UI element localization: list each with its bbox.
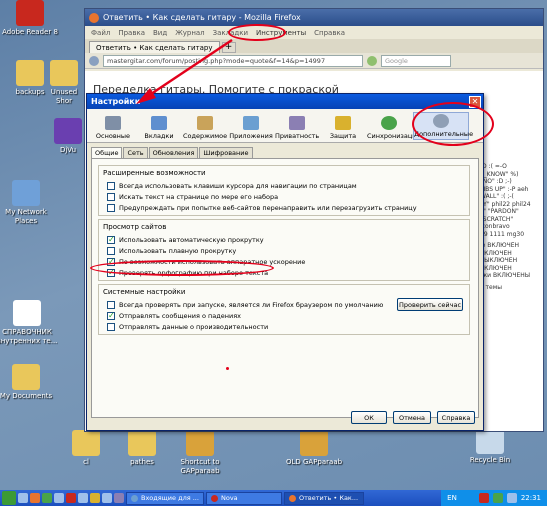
taskbar: Входящие для ... Nova Ответить • Как... …: [0, 490, 547, 506]
tray-icon[interactable]: [506, 493, 517, 503]
taskbar-item-inbox[interactable]: Входящие для ...: [126, 491, 204, 505]
tray-icon[interactable]: [478, 493, 489, 503]
quicklaunch-icon[interactable]: [78, 493, 88, 503]
quicklaunch-icon[interactable]: [102, 493, 112, 503]
nova-icon: [211, 494, 218, 502]
firefox-icon: [289, 494, 296, 502]
system-tray: EN 22:31: [441, 490, 547, 506]
language-indicator[interactable]: EN: [447, 494, 457, 502]
tray-icon[interactable]: [492, 493, 503, 503]
quicklaunch-icon[interactable]: [30, 493, 40, 503]
mail-icon: [131, 494, 138, 502]
taskbar-item-firefox[interactable]: Ответить • Как...: [284, 491, 364, 505]
quicklaunch-icon[interactable]: [66, 493, 76, 503]
start-button[interactable]: [2, 491, 16, 505]
clock: 22:31: [520, 494, 541, 502]
quicklaunch-icon[interactable]: [18, 493, 28, 503]
quicklaunch-icon[interactable]: [42, 493, 52, 503]
quicklaunch-icon[interactable]: [90, 493, 100, 503]
taskbar-item-nova[interactable]: Nova: [206, 491, 282, 505]
annotation-arrow: [136, 38, 233, 104]
quicklaunch-icon[interactable]: [54, 493, 64, 503]
quicklaunch-icon[interactable]: [114, 493, 124, 503]
